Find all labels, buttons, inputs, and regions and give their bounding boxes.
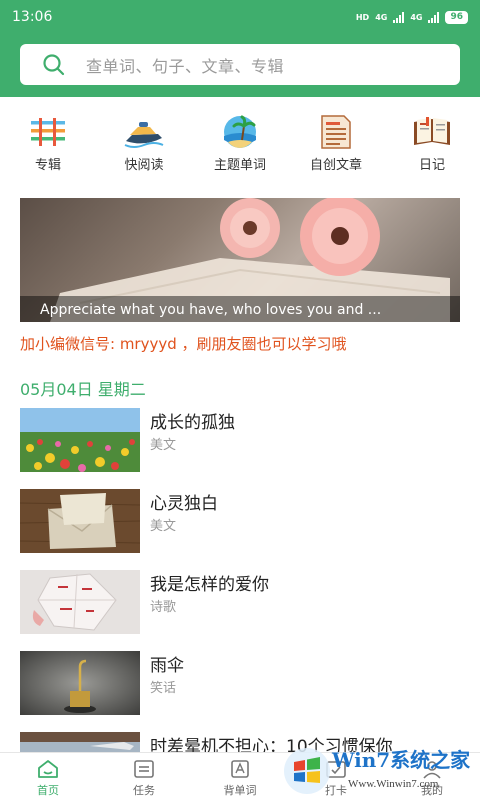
shortcut-label: 自创文章 <box>309 158 362 173</box>
list-item[interactable]: 心灵独白 美文 <box>20 489 460 555</box>
home-icon <box>38 760 58 778</box>
album-icon <box>31 118 65 146</box>
article-title: 雨伞 <box>150 656 184 676</box>
shortcut-label: 日记 <box>418 158 445 173</box>
article-thumbnail <box>20 570 140 634</box>
tab-label: 背单词 <box>223 784 257 797</box>
article-category: 美文 <box>150 519 177 534</box>
status-bar: 13:06 HD 4G 4G 96 <box>0 0 480 34</box>
watermark-brand: Win7系统之家 <box>332 748 471 772</box>
shortcut-label: 快阅读 <box>124 158 164 173</box>
article-category: 诗歌 <box>150 600 177 615</box>
shortcut-grid: 专辑 快阅读 主题单词 自创文章 日记 <box>0 112 480 182</box>
article-title: 我是怎样的爱你 <box>150 575 269 595</box>
watermark-url: Www.Winwin7.com <box>348 778 439 790</box>
search-input[interactable]: 查单词、句子、文章、专辑 <box>86 53 284 77</box>
tab-label: 首页 <box>37 784 59 797</box>
document-icon <box>321 115 351 149</box>
beach-icon <box>224 115 256 148</box>
battery-icon: 96 <box>445 10 468 24</box>
list-item[interactable]: 雨伞 笑话 <box>20 651 460 717</box>
signal-icon-2 <box>428 11 440 23</box>
flower-left <box>220 198 280 258</box>
search-icon <box>43 53 65 75</box>
article-category: 美文 <box>150 438 177 453</box>
featured-banner[interactable]: Appreciate what you have, who loves you … <box>20 198 460 322</box>
list-item[interactable]: 成长的孤独 美文 <box>20 408 460 474</box>
flower-right <box>300 198 380 276</box>
shortcut-album[interactable]: 专辑 <box>0 112 96 182</box>
date-heading: 05月04日 星期二 <box>20 380 146 399</box>
status-time: 13:06 <box>12 9 53 25</box>
diary-icon <box>414 117 450 145</box>
article-title: 心灵独白 <box>150 494 218 514</box>
list-item[interactable]: 我是怎样的爱你 诗歌 <box>20 570 460 636</box>
tab-tasks[interactable]: 任务 <box>96 753 192 801</box>
shortcut-topic-words[interactable]: 主题单词 <box>192 112 288 182</box>
shortcut-label: 主题单词 <box>213 158 266 173</box>
shortcut-label: 专辑 <box>34 158 61 173</box>
shortcut-own-article[interactable]: 自创文章 <box>288 112 384 182</box>
article-title: 成长的孤独 <box>150 413 235 433</box>
article-category: 笑话 <box>150 681 177 696</box>
article-thumbnail <box>20 408 140 472</box>
tab-home[interactable]: 首页 <box>0 753 96 801</box>
vocab-icon <box>231 760 249 778</box>
windows-logo-icon <box>284 748 330 794</box>
site-watermark: Win7系统之家 Www.Winwin7.com <box>282 742 480 800</box>
battery-level: 96 <box>450 12 463 22</box>
jet-ski-icon <box>124 122 164 148</box>
banner-caption: Appreciate what you have, who loves you … <box>40 302 382 318</box>
signal-icon <box>393 11 405 23</box>
promo-text: 加小编微信号: mryyyd ，刷朋友圈也可以学习哦 <box>20 335 347 353</box>
tab-vocab[interactable]: 背单词 <box>192 753 288 801</box>
network-type-label: HD <box>355 12 370 22</box>
signal-type-label: 4G <box>375 12 388 22</box>
task-icon <box>134 760 154 778</box>
search-bar[interactable]: 查单词、句子、文章、专辑 <box>20 44 460 85</box>
app-header: 13:06 HD 4G 4G 96 查单词、句子、文章、专辑 <box>0 0 480 97</box>
tab-label: 任务 <box>133 784 155 797</box>
signal-type-label-2: 4G <box>410 12 423 22</box>
article-thumbnail <box>20 489 140 553</box>
shortcut-diary[interactable]: 日记 <box>384 112 480 182</box>
article-thumbnail <box>20 651 140 715</box>
shortcut-quick-read[interactable]: 快阅读 <box>96 112 192 182</box>
status-icons: HD 4G 4G 96 <box>355 10 468 24</box>
